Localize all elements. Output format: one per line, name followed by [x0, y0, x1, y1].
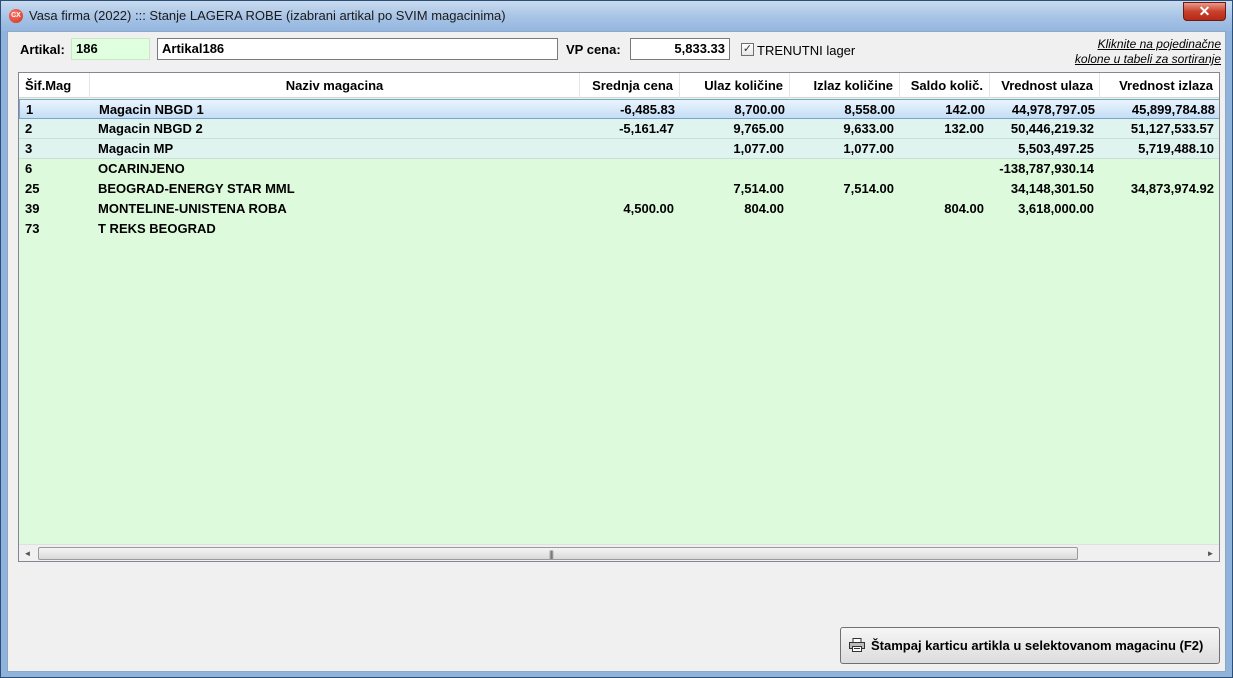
table-cell [1100, 219, 1219, 239]
grid-header: Šif.Mag Naziv magacina Srednja cena Ulaz ko… [19, 73, 1219, 98]
table-cell: 44,978,797.05 [1011, 102, 1095, 117]
table-cell [790, 159, 900, 179]
table-cell: BEOGRAD-ENERGY STAR MML [98, 181, 295, 196]
table-cell [990, 219, 1100, 239]
table-cell [680, 159, 790, 179]
column-header-5[interactable]: Saldo količ. [900, 73, 990, 98]
vp-cena-field[interactable]: 5,833.33 [630, 38, 730, 60]
table-cell: 3 [25, 141, 33, 156]
table-row[interactable]: 39 MONTELINE-UNISTENA ROBA 4,500.00 804.00 8… [19, 199, 1219, 219]
table-cell [790, 199, 900, 219]
table-cell: 7,514.00 [733, 181, 784, 196]
scroll-right-icon[interactable]: ► [1202, 545, 1219, 561]
table-cell: Magacin NBGD 2 [98, 121, 203, 136]
vp-cena-label: VP cena: [566, 42, 621, 57]
table-cell: 39 [25, 201, 40, 216]
scroll-left-icon[interactable]: ◄ [19, 545, 36, 561]
table-cell: 73 [25, 221, 40, 236]
print-button-label: Štampaj karticu artikla u selektovanom m… [871, 638, 1204, 653]
table-cell: 8,700.00 [734, 102, 785, 117]
table-cell: OCARINJENO [98, 161, 185, 176]
table-cell: 7,514.00 [843, 181, 894, 196]
table-cell [900, 179, 990, 199]
column-header-0[interactable]: Šif.Mag [19, 73, 90, 98]
table-cell: 34,148,301.50 [1010, 181, 1094, 196]
artikal-label: Artikal: [20, 42, 65, 57]
table-cell: 3,618,000.00 [1018, 201, 1094, 216]
table-row[interactable]: 1 Magacin NBGD 1 -6,485.83 8,700.00 8,558.00… [19, 99, 1219, 119]
artikal-name-field[interactable]: Artikal186 [157, 38, 558, 60]
table-cell [680, 219, 790, 239]
table-cell [580, 219, 680, 239]
table-cell: 804.00 [744, 201, 784, 216]
table-row[interactable]: 2 Magacin NBGD 2 -5,161.47 9,765.00 9,633.00… [19, 119, 1219, 139]
table-cell: 132.00 [944, 121, 984, 136]
table-cell: 8,558.00 [844, 102, 895, 117]
column-header-7[interactable]: Vrednost izlaza [1100, 73, 1219, 98]
table-cell [900, 139, 990, 159]
table-cell: 25 [25, 181, 40, 196]
table-row[interactable]: 25 BEOGRAD-ENERGY STAR MML 7,514.00 7,514.0… [19, 179, 1219, 199]
client-area: Artikal: 186 Artikal186 VP cena: 5,833.3… [7, 31, 1226, 672]
table-cell [900, 159, 990, 179]
table-cell: Magacin MP [98, 141, 174, 156]
table-cell: 1 [26, 102, 34, 117]
table-row[interactable]: 3 Magacin MP 1,077.00 1,077.00 5,503,497.25 5… [19, 139, 1219, 159]
table-cell: 4,500.00 [623, 201, 674, 216]
table-cell: T REKS BEOGRAD [98, 221, 216, 236]
table-cell: Magacin NBGD 1 [99, 102, 204, 117]
trenutni-checkbox[interactable]: ✓ [741, 43, 754, 56]
table-cell: 9,633.00 [843, 121, 894, 136]
table-row[interactable]: 73 T REKS BEOGRAD [19, 219, 1219, 239]
column-header-1[interactable]: Naziv magacina [90, 73, 580, 98]
close-button[interactable]: ✕ [1183, 2, 1226, 21]
print-card-button[interactable]: Štampaj karticu artikla u selektovanom m… [840, 627, 1220, 664]
table-cell: 5,719,488.10 [1138, 141, 1214, 156]
column-header-3[interactable]: Ulaz količine [680, 73, 790, 98]
column-header-6[interactable]: Vrednost ulaza [990, 73, 1100, 98]
table-cell: MONTELINE-UNISTENA ROBA [98, 201, 287, 216]
main-window: CX Vasa firma (2022) ::: Stanje LAGERA R… [0, 0, 1233, 678]
table-cell: -138,787,930.14 [999, 161, 1094, 176]
window-title: Vasa firma (2022) ::: Stanje LAGERA ROBE… [29, 8, 506, 23]
table-cell [580, 139, 680, 159]
app-icon[interactable]: CX [9, 9, 23, 23]
table-cell: -5,161.47 [619, 121, 674, 136]
table-cell: 1,077.00 [733, 141, 784, 156]
table-cell: 2 [25, 121, 33, 136]
sort-hint: Kliknite na pojedinačne kolone u tabeli … [1075, 37, 1221, 67]
table-cell: 34,873,974.92 [1130, 181, 1214, 196]
sort-hint-line1: Kliknite na pojedinačne [1097, 37, 1221, 51]
table-cell: 6 [25, 161, 33, 176]
table-cell: 9,765.00 [733, 121, 784, 136]
trenutni-label[interactable]: TRENUTNI lager [757, 43, 855, 58]
warehouse-grid[interactable]: Šif.Mag Naziv magacina Srednja cena Ulaz ko… [18, 72, 1220, 562]
table-cell: 142.00 [945, 102, 985, 117]
table-cell: 51,127,533.57 [1130, 121, 1214, 136]
table-cell [580, 179, 680, 199]
horizontal-scrollbar[interactable]: ◄ ||| ► [19, 544, 1219, 561]
table-cell [900, 219, 990, 239]
table-cell [1100, 159, 1219, 179]
table-cell [1100, 199, 1219, 219]
column-header-4[interactable]: Izlaz količine [790, 73, 900, 98]
sort-hint-line2: kolone u tabeli za sortiranje [1074, 52, 1221, 66]
table-cell: 45,899,784.88 [1131, 102, 1215, 117]
table-cell: 1,077.00 [843, 141, 894, 156]
artikal-code-field[interactable]: 186 [71, 38, 150, 60]
column-header-2[interactable]: Srednja cena [580, 73, 680, 98]
printer-icon [849, 638, 865, 652]
table-row[interactable]: 6 OCARINJENO -138,787,930.14 [19, 159, 1219, 179]
table-cell [580, 159, 680, 179]
table-cell: 804.00 [944, 201, 984, 216]
table-cell: 50,446,219.32 [1010, 121, 1094, 136]
table-cell [790, 219, 900, 239]
table-cell: 5,503,497.25 [1018, 141, 1094, 156]
scroll-grip-icon: ||| [549, 549, 554, 559]
title-bar[interactable]: CX Vasa firma (2022) ::: Stanje LAGERA R… [1, 1, 1232, 31]
scroll-thumb[interactable]: ||| [38, 547, 1078, 560]
table-cell: -6,485.83 [620, 102, 675, 117]
